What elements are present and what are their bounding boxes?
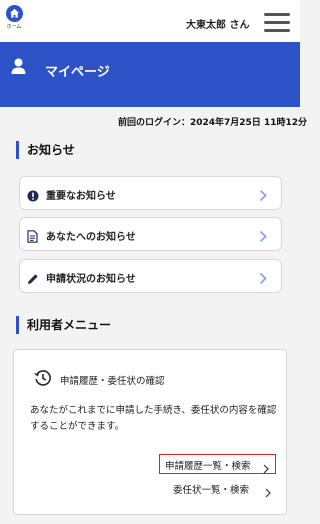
chevron-right-icon [265, 483, 271, 502]
user-name: 大東太郎 さん [186, 20, 250, 31]
user-menu-heading: 利用者メニュー [16, 316, 111, 334]
notice-item-label: 重要なお知らせ [46, 191, 116, 202]
notice-item-label: あなたへのお知らせ [46, 232, 136, 243]
application-history-search-link[interactable]: 申請履歴一覧・検索 [165, 458, 251, 472]
chevron-right-icon [263, 459, 269, 478]
notice-item-application-status[interactable]: 申請状況のお知らせ [19, 259, 282, 293]
pencil-icon [27, 270, 39, 284]
chevron-right-icon [259, 270, 267, 289]
notices-heading: お知らせ [16, 141, 75, 159]
proxy-list-search-link[interactable]: 委任状一覧・検索 [173, 482, 249, 496]
exclamation-circle-icon [27, 187, 39, 202]
last-login-info: 前回のログイン：2024年7月25日 11時12分 [117, 118, 307, 128]
card-title: 申請履歴・委任状の確認 [60, 376, 165, 387]
notice-item-personal[interactable]: あなたへのお知らせ [19, 217, 282, 251]
notice-item-important[interactable]: 重要なお知らせ [19, 176, 282, 210]
chevron-right-icon [259, 187, 267, 206]
history-icon [34, 369, 52, 391]
card-description: あなたがこれまでに申請した手続き、委任状の内容を確認することができます。 [30, 405, 277, 432]
page-banner: マイページ [0, 42, 300, 107]
person-icon [11, 58, 26, 79]
hamburger-menu-icon[interactable] [264, 13, 290, 33]
home-icon [5, 5, 23, 22]
document-icon [27, 228, 39, 243]
notice-item-label: 申請状況のお知らせ [46, 274, 136, 285]
chevron-right-icon [259, 228, 267, 247]
page-title: マイページ [45, 65, 110, 80]
application-history-card: 申請履歴・委任状の確認 あなたがこれまでに申請した手続き、委任状の内容を確認する… [13, 349, 287, 515]
top-bar: ホーム 大東太郎 さん [0, 0, 300, 42]
home-label: ホーム [6, 24, 22, 30]
home-button[interactable]: ホーム [3, 5, 25, 30]
